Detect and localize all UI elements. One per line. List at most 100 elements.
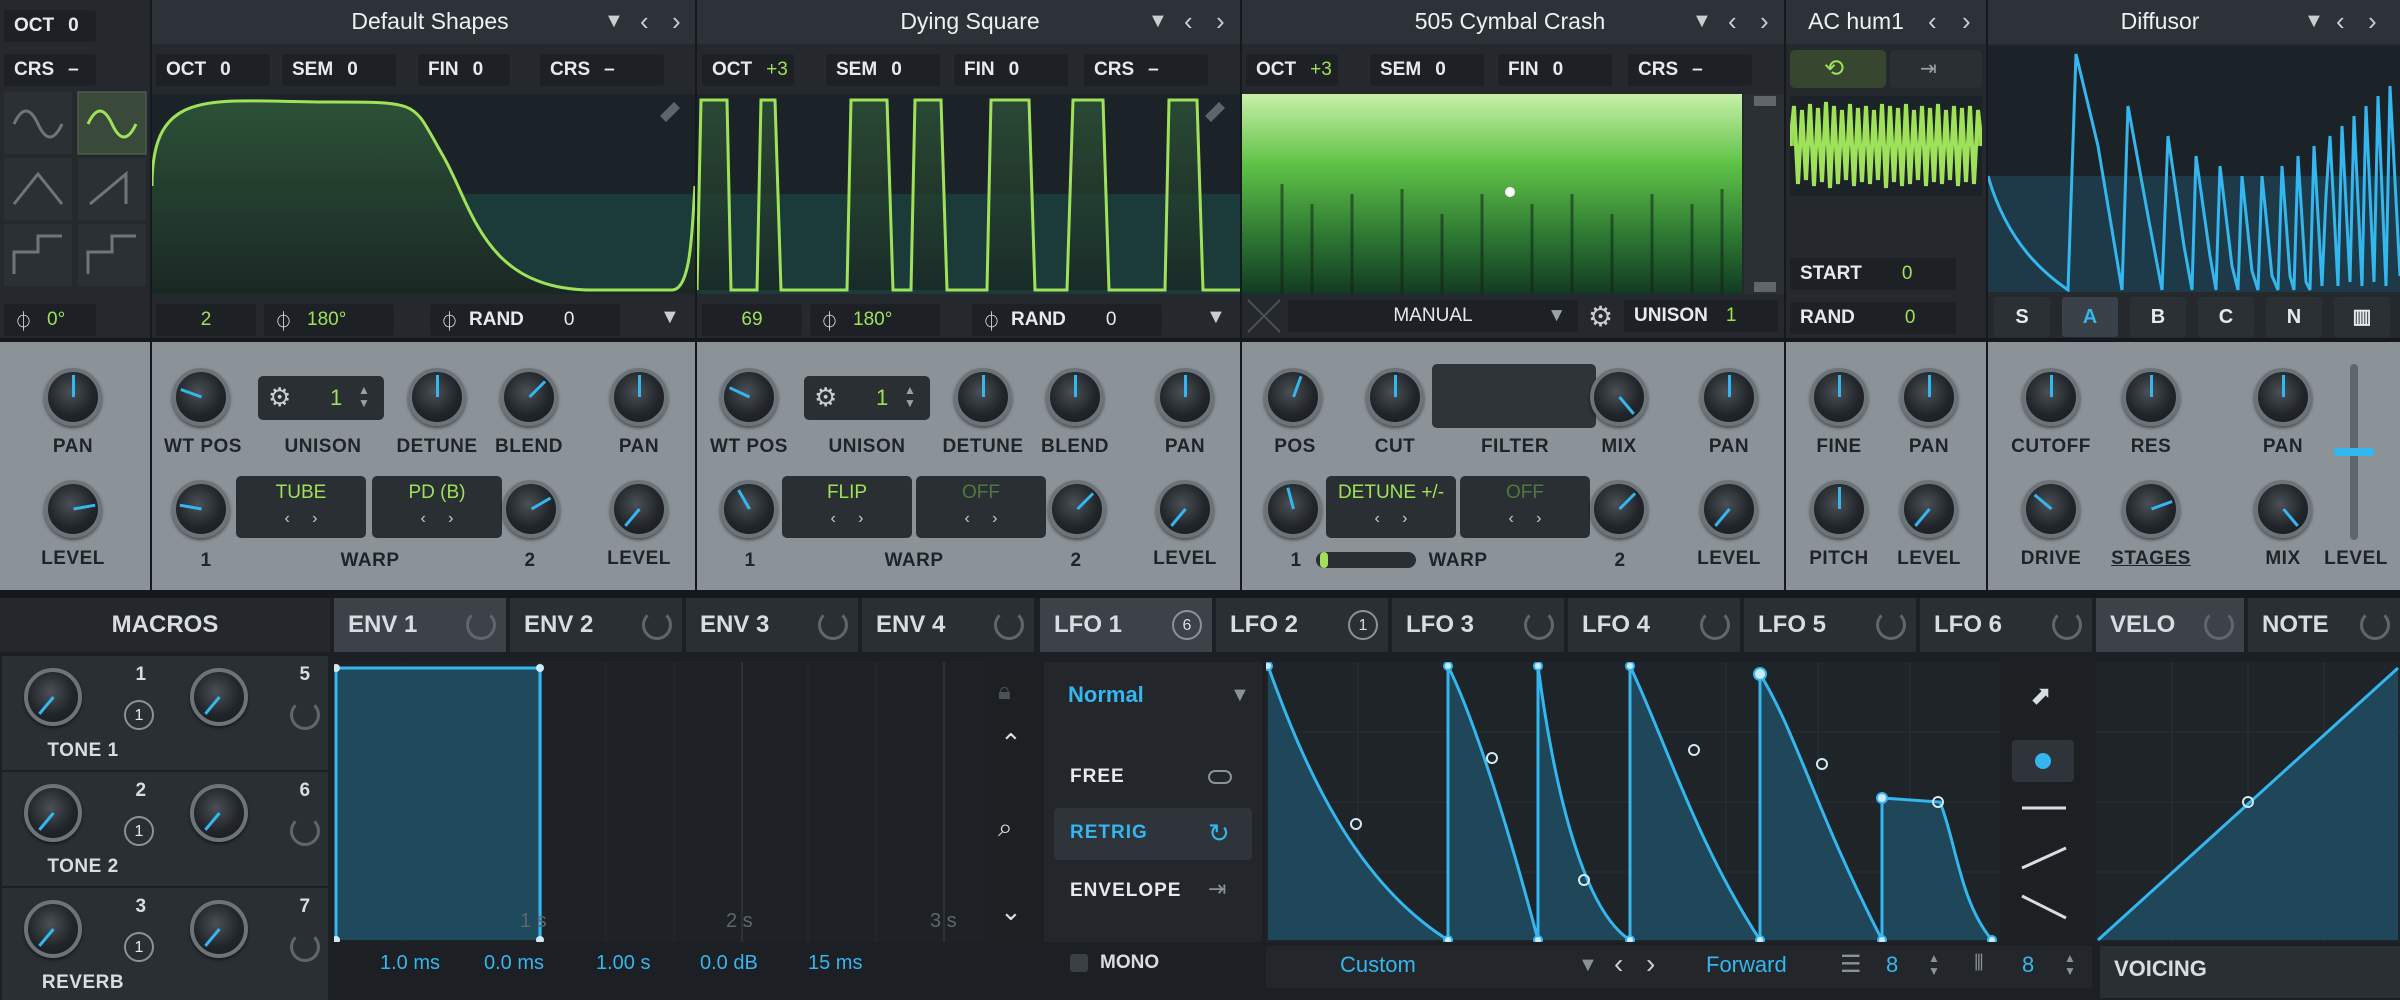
grid-y-stepper-icon[interactable]: ▲ ▼ bbox=[2064, 952, 2076, 978]
sampler-mix-knob[interactable] bbox=[1590, 368, 1648, 426]
filter-prev-icon[interactable]: ‹ bbox=[2336, 6, 2345, 37]
lfo-grid-y-value[interactable]: 8 bbox=[2022, 952, 2034, 978]
osc2-warp1-selector[interactable]: FLIP ‹ › bbox=[782, 476, 912, 538]
lfo-1-mod-count[interactable]: 6 bbox=[1172, 610, 1202, 640]
filter-res-knob[interactable] bbox=[2122, 368, 2180, 426]
sampler-filter-display[interactable] bbox=[1432, 364, 1596, 428]
osc2-phase-field[interactable]: ⏀ 180° bbox=[810, 304, 940, 336]
zoom-up-icon[interactable]: ⌃ bbox=[1000, 728, 1022, 759]
osc1-warp1-knob[interactable] bbox=[172, 480, 230, 538]
tab-lfo-6[interactable]: LFO 6 bbox=[1920, 598, 2092, 652]
lfo-trigger-envelope[interactable]: ENVELOPE bbox=[1070, 880, 1181, 902]
filter-mode-s-button[interactable]: S bbox=[1994, 297, 2050, 337]
grid-x-stepper-icon[interactable]: ▲ ▼ bbox=[1928, 952, 1940, 978]
osc2-warp2-knob[interactable] bbox=[1048, 480, 1106, 538]
lfo-export-icon[interactable]: ⬈ bbox=[2030, 680, 2052, 711]
osc1-oct-field[interactable]: OCT 0 bbox=[156, 54, 270, 86]
macro-5-mod-ring[interactable] bbox=[290, 700, 320, 730]
osc2-phase-menu-icon[interactable]: ▼ bbox=[1206, 306, 1226, 329]
filter-mix-knob[interactable] bbox=[2254, 480, 2312, 538]
sampler-crs-field[interactable]: CRS – bbox=[1628, 54, 1752, 86]
filter-preset-name[interactable]: Diffusor bbox=[2060, 8, 2260, 35]
osc1-detune-knob[interactable] bbox=[408, 368, 466, 426]
lfo-5-drag-ring[interactable] bbox=[1876, 610, 1906, 640]
noise-oct-field[interactable]: OCT 0 bbox=[4, 10, 96, 42]
osc2-preset-name[interactable]: Dying Square bbox=[820, 8, 1120, 35]
noise-osc-next-icon[interactable]: › bbox=[1962, 6, 1971, 37]
macro-1-knob[interactable] bbox=[24, 668, 82, 726]
noise-osc-start-field[interactable]: START 0 bbox=[1790, 258, 1956, 290]
osc2-preset-dropdown-icon[interactable]: ▼ bbox=[1148, 10, 1168, 33]
osc1-warp2-knob[interactable] bbox=[502, 480, 560, 538]
sampler-pos-knob[interactable] bbox=[1264, 368, 1322, 426]
filter-mode-c-button[interactable]: C bbox=[2198, 297, 2254, 337]
filter-mode-b-button[interactable]: B bbox=[2130, 297, 2186, 337]
env-1-drag-ring[interactable] bbox=[466, 610, 496, 640]
note-drag-ring[interactable] bbox=[2360, 610, 2390, 640]
lfo-grid-x-value[interactable]: 8 bbox=[1886, 952, 1898, 978]
one-shot-button[interactable]: ⇥ bbox=[1890, 50, 1982, 88]
env-4-drag-ring[interactable] bbox=[994, 610, 1024, 640]
osc2-sem-field[interactable]: SEM 0 bbox=[826, 54, 940, 86]
macro-2-knob[interactable] bbox=[24, 784, 82, 842]
osc2-wt-pos-knob[interactable] bbox=[720, 368, 778, 426]
lfo-3-drag-ring[interactable] bbox=[1524, 610, 1554, 640]
lfo-mono-checkbox[interactable] bbox=[1070, 954, 1088, 972]
osc2-crs-field[interactable]: CRS – bbox=[1084, 54, 1208, 86]
sampler-unison-field[interactable]: UNISON 1 bbox=[1624, 300, 1778, 332]
osc2-fin-field[interactable]: FIN 0 bbox=[954, 54, 1068, 86]
env-delay-value[interactable]: 1.0 ms bbox=[380, 952, 440, 975]
lfo-line-tools[interactable] bbox=[2020, 796, 2068, 926]
tab-lfo-3[interactable]: LFO 3 bbox=[1392, 598, 1564, 652]
sampler-warp2-knob[interactable] bbox=[1590, 480, 1648, 538]
tab-note[interactable]: NOTE bbox=[2248, 598, 2400, 652]
loop-toggle-button[interactable]: ⟲ bbox=[1790, 50, 1886, 88]
macro-1-name[interactable]: TONE 1 bbox=[20, 740, 146, 762]
osc2-oct-field[interactable]: OCT +3 bbox=[702, 54, 794, 86]
osc2-pan-knob[interactable] bbox=[1156, 368, 1214, 426]
velocity-curve-editor[interactable] bbox=[2096, 662, 2400, 942]
osc1-sem-field[interactable]: SEM 0 bbox=[282, 54, 396, 86]
tab-lfo-1[interactable]: LFO 16 bbox=[1040, 598, 1212, 652]
lfo-4-drag-ring[interactable] bbox=[1700, 610, 1730, 640]
osc2-detune-knob[interactable] bbox=[954, 368, 1012, 426]
osc2-warp1-knob[interactable] bbox=[720, 480, 778, 538]
osc1-pan-knob[interactable] bbox=[610, 368, 668, 426]
osc1-warp1-selector[interactable]: TUBE ‹ › bbox=[236, 476, 366, 538]
tab-velo[interactable]: VELO bbox=[2096, 598, 2244, 652]
filter-pan-knob[interactable] bbox=[2254, 368, 2312, 426]
macro-7-mod-ring[interactable] bbox=[290, 932, 320, 962]
sampler-level-knob[interactable] bbox=[1700, 480, 1758, 538]
lfo-shape-prev-icon[interactable]: ‹ bbox=[1614, 948, 1623, 980]
sampler-oct-field[interactable]: OCT +3 bbox=[1246, 54, 1338, 86]
macro-6-knob[interactable] bbox=[190, 784, 248, 842]
filter-level-slider-handle[interactable] bbox=[2334, 448, 2374, 456]
macro-5-knob[interactable] bbox=[190, 668, 248, 726]
osc2-waveform-display[interactable] bbox=[697, 94, 1240, 294]
macro-3-mod-count[interactable]: 1 bbox=[124, 932, 154, 962]
zoom-search-icon[interactable]: ⌕ bbox=[998, 812, 1013, 844]
sampler-preset-dropdown-icon[interactable]: ▼ bbox=[1692, 10, 1712, 33]
macro-3-knob[interactable] bbox=[24, 900, 82, 958]
lock-icon[interactable]: 🔒︎ bbox=[998, 678, 1011, 706]
lfo-2-mod-count[interactable]: 1 bbox=[1348, 610, 1378, 640]
noise-crs-field[interactable]: CRS – bbox=[4, 54, 96, 86]
filter-drive-knob[interactable] bbox=[2022, 480, 2080, 538]
osc1-preset-dropdown-icon[interactable]: ▼ bbox=[604, 10, 624, 33]
noise-phase-field[interactable]: ⏀ 0° bbox=[4, 304, 96, 336]
sampler-next-icon[interactable]: › bbox=[1760, 6, 1769, 37]
sampler-warp2-selector[interactable]: OFF ‹ › bbox=[1460, 476, 1590, 538]
noise-osc-pan-knob[interactable] bbox=[1900, 368, 1958, 426]
env-2-drag-ring[interactable] bbox=[642, 610, 672, 640]
noise-osc-level-knob[interactable] bbox=[1900, 480, 1958, 538]
sampler-pan-knob[interactable] bbox=[1700, 368, 1758, 426]
lfo-shape-chevron-icon[interactable]: ▼ bbox=[1578, 954, 1598, 977]
osc1-waveform-display[interactable] bbox=[152, 94, 695, 294]
macro-2-name[interactable]: TONE 2 bbox=[20, 856, 146, 878]
osc1-warp2-selector[interactable]: PD (B) ‹ › bbox=[372, 476, 502, 538]
osc1-crs-field[interactable]: CRS – bbox=[540, 54, 664, 86]
lfo-mode-dropdown[interactable]: Normal bbox=[1068, 682, 1144, 708]
noise-osc-fine-knob[interactable] bbox=[1810, 368, 1868, 426]
osc2-rand-field[interactable]: ⏀ RAND 0 bbox=[972, 304, 1162, 336]
osc1-unison-control[interactable]: ⚙ 1 ▲ ▼ bbox=[258, 376, 384, 420]
